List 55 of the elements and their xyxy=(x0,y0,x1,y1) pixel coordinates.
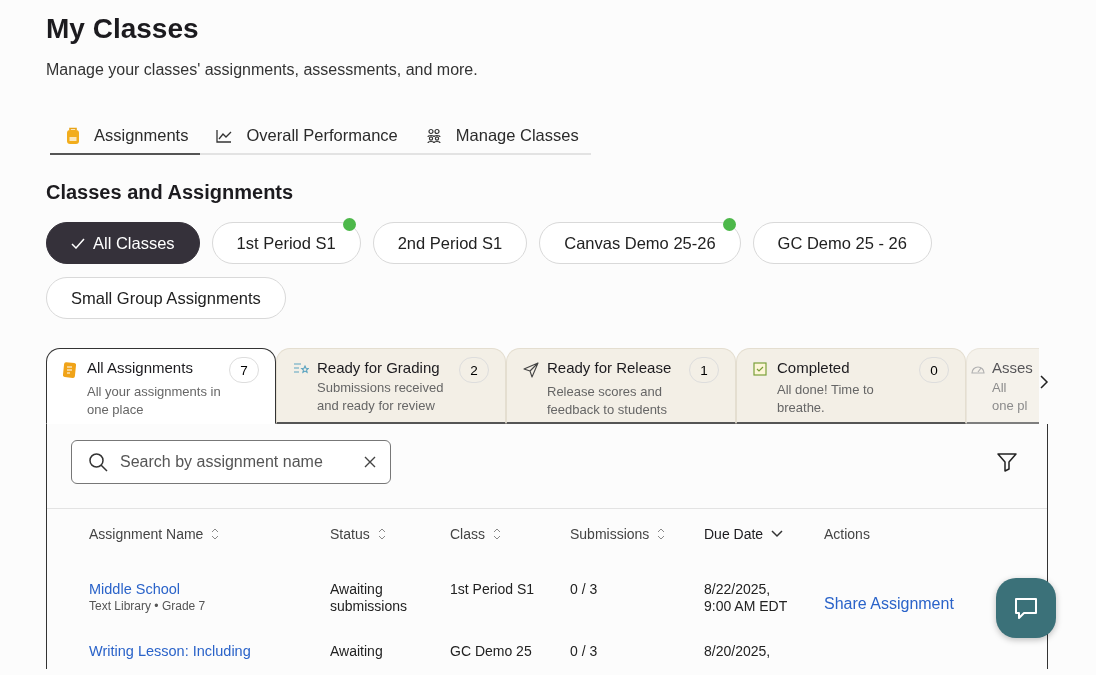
assignment-details: Text Library • Grade 7 xyxy=(89,598,207,615)
class-filter-chip[interactable]: GC Demo 25 - 26 xyxy=(752,222,932,264)
filter-button[interactable] xyxy=(997,452,1017,472)
check-icon xyxy=(71,237,85,249)
assignment-link[interactable]: Writing Lesson: Including xyxy=(89,643,251,659)
filter-icon xyxy=(997,452,1017,472)
assignment-status-tab[interactable]: All Assignments 7 All your assignments in one place xyxy=(46,348,276,424)
clear-button[interactable] xyxy=(364,456,376,468)
list-star-icon xyxy=(293,362,309,374)
table-cell-text: GC Demo 25 xyxy=(450,643,533,660)
sort-icon xyxy=(493,528,501,540)
table-cell-text: 0 / 3 xyxy=(570,643,599,660)
table-cell-text: 8/22/2025, 9:00 AM EDT xyxy=(704,581,789,615)
section-title: Classes and Assignments xyxy=(46,181,295,204)
nav-tab[interactable]: Manage Classes xyxy=(409,120,591,155)
class-filter-chip[interactable]: Small Group Assignments xyxy=(46,277,286,319)
chevron-down-icon xyxy=(771,530,784,538)
table-cell-text: 8/20/2025, xyxy=(704,643,772,660)
backpack-icon xyxy=(66,126,80,145)
chat-button[interactable] xyxy=(996,578,1056,638)
sort-icon xyxy=(211,528,220,540)
sort-icon xyxy=(657,528,666,540)
page-title: My Classes xyxy=(46,12,200,46)
class-filter-chip[interactable]: 2nd Period S1 xyxy=(372,222,528,264)
column-header[interactable]: Assignment Name xyxy=(89,526,220,542)
column-header: Actions xyxy=(824,526,870,542)
column-header[interactable]: Class xyxy=(450,526,501,542)
share-assignment-link[interactable]: Share Assignment xyxy=(824,595,954,613)
table-cell-text: 0 / 3 xyxy=(570,581,599,598)
class-filter-chip[interactable]: All Classes xyxy=(46,222,200,264)
column-header[interactable]: Due Date xyxy=(704,526,784,542)
checkbox-icon xyxy=(753,362,767,376)
table-cell-text: Awaiting xyxy=(330,643,384,660)
assignment-status-tab[interactable]: Ready for Grading 2 Submissions received and ready for review xyxy=(276,348,506,424)
search-input[interactable]: Search by assignment name xyxy=(118,452,354,472)
column-header[interactable]: Submissions xyxy=(570,526,666,542)
assignment-status-tab[interactable]: Completed 0 All done! Time to breathe. xyxy=(736,348,966,424)
line-chart-icon xyxy=(216,128,233,143)
search-field[interactable]: Search by assignment name xyxy=(71,440,391,484)
sort-icon xyxy=(377,528,386,540)
search-icon xyxy=(88,452,108,472)
assignment-status-tab[interactable]: Ready for Release 1 Release scores and feedback to students xyxy=(506,348,736,424)
document-icon xyxy=(63,362,76,378)
assignment-link[interactable]: Middle School xyxy=(89,581,181,597)
nav-tab[interactable]: Overall Performance xyxy=(200,120,410,155)
close-icon xyxy=(364,456,376,468)
paper-plane-icon xyxy=(523,362,539,378)
assignment-status-tab[interactable]: Asses All one pl xyxy=(966,348,1039,424)
table-cell-text: Awaiting submissions xyxy=(330,581,409,615)
nav-tab[interactable]: Assignments xyxy=(50,120,201,155)
page-subtitle: Manage your classes' assignments, assessments, and more. xyxy=(46,61,479,79)
column-header[interactable]: Status xyxy=(330,526,386,542)
people-icon xyxy=(425,127,442,144)
table-cell-text: 1st Period S1 xyxy=(450,581,536,598)
chevron-right-icon xyxy=(1039,374,1049,390)
